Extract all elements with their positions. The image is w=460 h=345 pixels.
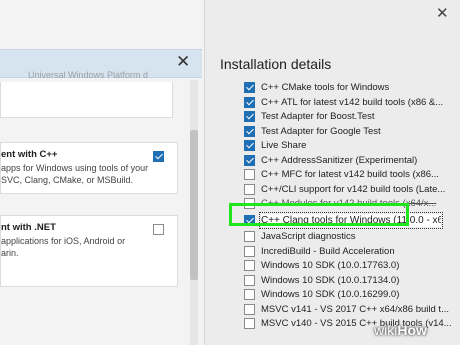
install-item[interactable]: MSVC v140 - VS 2015 C++ build tools (v14… <box>244 317 460 331</box>
install-item-checkbox[interactable] <box>244 289 255 300</box>
install-item-checkbox[interactable] <box>244 245 255 257</box>
install-item-label: IncrediBuild - Build Acceleration <box>261 245 395 257</box>
install-item-label: C++ Clang tools for Windows (11.0.0 - x6… <box>259 211 443 229</box>
install-item-label: C++ AddressSanitizer (Experimental) <box>261 154 418 166</box>
install-item-label: Test Adapter for Boost.Test <box>261 111 375 122</box>
installation-details-list: C++ CMake tools for Windows C++ ATL for l… <box>244 0 460 345</box>
workload-desc-line: arin. <box>1 248 19 258</box>
install-item-label: Test Adapter for Google Test <box>261 125 381 137</box>
install-item-checkbox[interactable] <box>244 198 255 209</box>
install-item[interactable]: Test Adapter for Boost.Test <box>244 110 460 124</box>
install-item-label: C++ CMake tools for Windows <box>261 82 390 93</box>
install-item-checkbox[interactable] <box>244 96 255 108</box>
workload-desc-dotnet: applications for iOS, Android or arin. <box>1 235 125 259</box>
watermark-wiki: wiki <box>374 322 398 338</box>
install-item-checkbox[interactable] <box>244 260 255 271</box>
install-item[interactable]: C++ Modules for v142 build tools (x64/x.… <box>244 197 460 211</box>
workloads-pane: ✕ Universal Windows Platform development… <box>0 0 204 345</box>
install-item-label: C++/CLI support for v142 build tools (La… <box>261 183 446 195</box>
workload-title-dotnet: nt with .NET <box>1 222 56 233</box>
install-item-checkbox[interactable] <box>244 231 255 242</box>
install-item[interactable]: C++ Clang tools for Windows (11.0.0 - x6… <box>244 211 460 229</box>
install-item-label: JavaScript diagnostics <box>261 231 356 242</box>
workload-desc-line: apps for Windows using tools of your <box>1 163 149 173</box>
wikihow-watermark: wikiHow <box>374 322 427 338</box>
install-item-label: Windows 10 SDK (10.0.16299.0) <box>261 289 400 300</box>
install-item[interactable]: Test Adapter for Google Test <box>244 125 460 139</box>
install-item[interactable]: C++ CMake tools for Windows <box>244 81 460 95</box>
install-item-checkbox[interactable] <box>244 154 255 166</box>
install-item[interactable]: IncrediBuild - Build Acceleration <box>244 245 460 259</box>
install-item-label: Live Share <box>261 140 307 151</box>
install-item[interactable]: C++ MFC for latest v142 build tools (x86… <box>244 168 460 182</box>
install-item-checkbox[interactable] <box>244 214 255 226</box>
install-item-checkbox[interactable] <box>244 274 255 286</box>
workload-checkbox-cpp[interactable] <box>153 151 164 162</box>
install-item-checkbox[interactable] <box>244 169 255 180</box>
install-item-label: MSVC v141 - VS 2017 C++ x64/x86 build t.… <box>261 303 449 315</box>
workload-desc-line: SVC, Clang, CMake, or MSBuild. <box>1 175 134 185</box>
install-item-label: Windows 10 SDK (10.0.17763.0) <box>261 260 400 271</box>
workload-card-dotnet-mobile[interactable]: nt with .NET applications for iOS, Andro… <box>0 215 178 287</box>
install-item[interactable]: JavaScript diagnostics <box>244 230 460 244</box>
install-item-checkbox[interactable] <box>244 303 255 315</box>
pane-divider <box>204 0 205 345</box>
workload-desc-cpp: apps for Windows using tools of your SVC… <box>1 162 148 186</box>
install-item[interactable]: Windows 10 SDK (10.0.16299.0) <box>244 288 460 302</box>
install-item[interactable]: C++ AddressSanitizer (Experimental) <box>244 154 460 168</box>
install-item-label: C++ Modules for v142 build tools (x64/x.… <box>261 198 437 209</box>
workload-card-top[interactable] <box>0 82 173 118</box>
install-item-checkbox[interactable] <box>244 111 255 122</box>
install-item-checkbox[interactable] <box>244 125 255 137</box>
workload-card-cpp-desktop[interactable]: ent with C++ apps for Windows using tool… <box>0 142 178 194</box>
install-item-label: Windows 10 SDK (10.0.17134.0) <box>261 274 400 286</box>
scrollbar-thumb[interactable] <box>190 130 198 280</box>
install-item[interactable]: C++/CLI support for v142 build tools (La… <box>244 183 460 197</box>
watermark-how: How <box>397 322 427 338</box>
install-item[interactable]: Live Share <box>244 139 460 153</box>
install-item-label: C++ ATL for latest v142 build tools (x86… <box>261 96 444 108</box>
install-item[interactable]: C++ ATL for latest v142 build tools (x86… <box>244 96 460 110</box>
workload-desc-line: applications for iOS, Android or <box>1 236 126 246</box>
install-item-checkbox[interactable] <box>244 140 255 151</box>
install-item-label: C++ MFC for latest v142 build tools (x86… <box>261 169 439 180</box>
install-item[interactable]: Windows 10 SDK (10.0.17763.0) <box>244 259 460 273</box>
install-item-checkbox[interactable] <box>244 318 255 329</box>
install-item[interactable]: Windows 10 SDK (10.0.17134.0) <box>244 274 460 288</box>
faded-workload-text: Universal Windows Platform development <box>28 70 148 80</box>
close-icon[interactable]: ✕ <box>176 53 190 70</box>
install-item-checkbox[interactable] <box>244 82 255 93</box>
install-item-checkbox[interactable] <box>244 183 255 195</box>
install-item[interactable]: MSVC v141 - VS 2017 C++ x64/x86 build t.… <box>244 303 460 317</box>
workload-checkbox-dotnet[interactable] <box>153 224 164 235</box>
workload-title-cpp: ent with C++ <box>1 149 58 160</box>
